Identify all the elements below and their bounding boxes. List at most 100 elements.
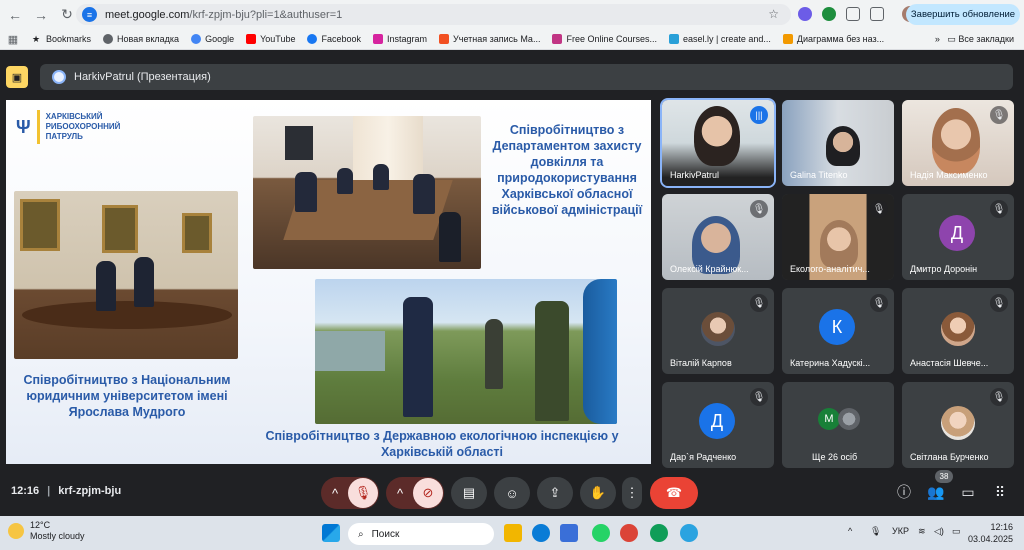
photo-university xyxy=(14,191,238,359)
participant-tile[interactable]: 🎙 Анастасія Шевче... xyxy=(902,288,1014,374)
mic-off-icon: 🎙 xyxy=(750,200,768,218)
avatar-letter: Д xyxy=(699,403,735,439)
volume-icon[interactable]: ◁) xyxy=(934,526,944,537)
bookmark-item[interactable]: Free Online Courses... xyxy=(552,34,657,44)
chevron-up-icon[interactable]: ^ xyxy=(322,486,348,501)
extension-icon[interactable] xyxy=(822,7,836,21)
sidepanel-icon[interactable] xyxy=(870,7,884,21)
bookmark-item[interactable]: Instagram xyxy=(373,34,427,44)
presentation-slide: Ψ ХАРКІВСЬКИЙ РИБООХОРОННИЙ ПАТРУЛЬ Співро… xyxy=(6,100,651,464)
telegram-icon[interactable] xyxy=(680,524,698,542)
participant-tile[interactable]: 🎙 Віталій Карпов xyxy=(662,288,774,374)
whatsapp-icon[interactable] xyxy=(592,524,610,542)
mic-off-icon: 🎙 xyxy=(750,294,768,312)
avatar-letter: К xyxy=(819,309,855,345)
more-options-button[interactable]: ⋮ xyxy=(622,477,642,509)
emoji-button[interactable]: ☺ xyxy=(494,477,530,509)
mic-off-icon: 🎙 xyxy=(990,200,1008,218)
participant-tile[interactable]: Д 🎙 Дмитро Доронін xyxy=(902,194,1014,280)
taskbar-search[interactable]: ⌕ Поиск xyxy=(348,523,494,545)
avatar xyxy=(941,406,975,440)
site-info-icon[interactable]: ≡ xyxy=(82,7,97,22)
info-icon[interactable]: ⓘ xyxy=(893,481,915,503)
presentation-title: HarkivPatrul (Презентация) xyxy=(74,71,211,83)
caption-university: Співробітництво з Національним юридичним… xyxy=(23,373,231,419)
puzzle-icon[interactable] xyxy=(846,7,860,21)
mic-off-icon: 🎙 xyxy=(990,294,1008,312)
presenter-avatar xyxy=(52,70,66,84)
raise-hand-button[interactable]: ✋ xyxy=(580,477,616,509)
people-icon[interactable]: 👥 xyxy=(925,481,947,503)
participant-tile[interactable]: К 🎙 Катерина Хадускі... xyxy=(782,288,894,374)
microphone-icon[interactable]: 🎙 xyxy=(870,526,881,537)
file-explorer-icon[interactable] xyxy=(504,524,522,542)
chevron-up-icon[interactable]: ^ xyxy=(387,486,413,501)
video-control-group: ^ ⊘ xyxy=(386,477,444,509)
caption-inspection: Співробітництво з Державною екологічною … xyxy=(265,429,619,459)
bookmark-item[interactable]: Диаграмма без наз... xyxy=(782,34,884,44)
bookmark-item[interactable]: easel.ly | create and... xyxy=(669,34,771,44)
mic-off-icon: 🎙 xyxy=(990,388,1008,406)
mic-off-button[interactable]: 🎙 xyxy=(348,478,378,508)
chat-icon[interactable]: ▭ xyxy=(957,481,979,503)
meeting-info: 12:16 | krf-zpjm-bju xyxy=(11,485,122,497)
camera-off-button[interactable]: ⊘ xyxy=(413,478,443,508)
mic-off-icon: 🎙 xyxy=(750,388,768,406)
tray-chevron-icon[interactable]: ^ xyxy=(848,526,852,536)
back-icon[interactable]: ← xyxy=(8,7,22,23)
bookmark-item[interactable]: YouTube xyxy=(246,34,295,44)
weather-icon xyxy=(8,523,24,539)
chrome-active-icon[interactable] xyxy=(650,524,668,542)
weather-text: Mostly cloudy xyxy=(30,531,85,541)
bookmark-star-icon[interactable]: ☆ xyxy=(768,7,779,21)
bookmark-item[interactable]: ★ Bookmarks xyxy=(32,34,91,44)
presentation-title-bar: HarkivPatrul (Презентация) xyxy=(40,64,1013,90)
mic-off-icon: 🎙 xyxy=(870,294,888,312)
battery-icon[interactable]: ▭ xyxy=(952,526,961,537)
photo-field-inspection xyxy=(315,279,617,424)
participant-tile[interactable]: 🎙 Олексій Крайнюк... xyxy=(662,194,774,280)
bookmark-item[interactable]: Новая вкладка xyxy=(103,34,179,44)
apps-grid-icon[interactable]: ▦ xyxy=(6,33,20,46)
store-icon[interactable] xyxy=(560,524,578,542)
mic-off-icon: 🎙 xyxy=(990,106,1008,124)
wifi-icon[interactable]: ≋ xyxy=(918,526,926,537)
captions-button[interactable]: ▤ xyxy=(451,477,487,509)
bookmark-item[interactable]: Facebook xyxy=(307,34,361,44)
chrome-icon[interactable] xyxy=(620,524,638,542)
logo-divider xyxy=(36,110,40,144)
keyboard-language[interactable]: УКР xyxy=(892,526,909,536)
edge-icon[interactable] xyxy=(532,524,550,542)
url-text: meet.google.com/krf-zpjm-bju?pli=1&authu… xyxy=(105,8,343,21)
participant-tile[interactable]: ||| HarkivPatrul xyxy=(660,98,776,188)
reload-icon[interactable]: ↻ xyxy=(60,6,74,23)
weather-widget[interactable]: 12°C Mostly cloudy xyxy=(8,520,85,542)
bookmark-item[interactable]: Google xyxy=(191,34,234,44)
avatar-letter: Д xyxy=(939,215,975,251)
more-participants-tile[interactable]: M Ще 26 осіб xyxy=(782,382,894,468)
all-bookmarks-button[interactable]: » ▭ Все закладки xyxy=(935,34,1014,45)
extension-icon[interactable] xyxy=(798,7,812,21)
avatar xyxy=(701,312,735,346)
taskbar-clock[interactable]: 12:16 03.04.2025 xyxy=(968,521,1013,545)
activities-icon[interactable]: ⠿ xyxy=(989,481,1011,503)
present-button[interactable]: ⇪ xyxy=(537,477,573,509)
address-bar[interactable]: ≡ meet.google.com/krf-zpjm-bju?pli=1&aut… xyxy=(76,4,791,25)
bookmarks-bar: ▦ ★ Bookmarks Новая вкладка Google YouTub… xyxy=(0,29,1024,50)
leave-call-button[interactable]: ☎ xyxy=(650,477,698,509)
mic-off-icon: 🎙 xyxy=(870,200,888,218)
participant-tile[interactable]: 🎙 Світлана Бурченко xyxy=(902,382,1014,468)
presentation-icon[interactable]: ▣ xyxy=(6,66,28,88)
start-button-icon[interactable] xyxy=(322,524,340,542)
search-icon: ⌕ xyxy=(358,528,364,540)
participant-tile[interactable]: 🎙 Еколого-аналітич... xyxy=(782,194,894,280)
forward-icon[interactable]: → xyxy=(34,7,48,23)
patrol-logo: Ψ ХАРКІВСЬКИЙ РИБООХОРОННИЙ ПАТРУЛЬ xyxy=(16,110,120,144)
bookmark-item[interactable]: Учетная запись Ма... xyxy=(439,34,540,44)
avatar xyxy=(941,312,975,346)
update-button[interactable]: Завершить обновление xyxy=(906,4,1020,25)
trident-icon: Ψ xyxy=(16,116,31,137)
participant-tile[interactable]: 🎙 Надія Максименко xyxy=(902,100,1014,186)
participant-tile[interactable]: Д 🎙 Дар`я Радченко xyxy=(662,382,774,468)
participant-tile[interactable]: Galina Titenko xyxy=(782,100,894,186)
